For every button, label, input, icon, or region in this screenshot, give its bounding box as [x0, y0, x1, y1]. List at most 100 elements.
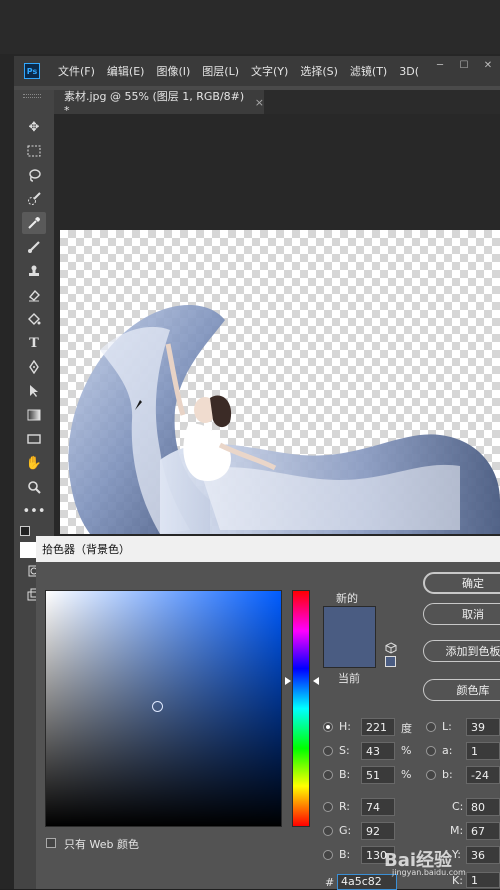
- menu-image[interactable]: 图像(I): [156, 63, 190, 79]
- saturation-label: S:: [339, 744, 350, 757]
- web-safe-swatch-icon[interactable]: [385, 656, 396, 667]
- blue-label: B:: [339, 848, 351, 861]
- ps-logo: Ps: [24, 63, 40, 79]
- title-strip: [0, 0, 500, 54]
- yellow-label: Y:: [452, 848, 461, 861]
- menu-select[interactable]: 选择(S): [300, 63, 338, 79]
- saturation-input[interactable]: 43: [361, 742, 395, 760]
- brightness-input[interactable]: 51: [361, 766, 395, 784]
- green-label: G:: [339, 824, 352, 837]
- zoom-icon[interactable]: [22, 476, 46, 498]
- radio-lab-b[interactable]: [426, 770, 436, 780]
- color-marker[interactable]: [152, 701, 163, 712]
- hue-label: H:: [339, 720, 351, 733]
- current-color-swatch[interactable]: [323, 637, 376, 668]
- web-colors-only-checkbox[interactable]: [46, 838, 56, 848]
- zoom-glyph: [28, 481, 41, 494]
- hand-icon[interactable]: ✋: [22, 452, 46, 474]
- cancel-button[interactable]: 取消: [423, 603, 500, 625]
- lasso-icon[interactable]: [22, 164, 46, 186]
- brush-glyph: [28, 241, 40, 253]
- dialog-title[interactable]: 拾色器（背景色）: [36, 536, 500, 562]
- radio-lab-a[interactable]: [426, 746, 436, 756]
- hue-slider-left-arrow[interactable]: [285, 677, 291, 685]
- magenta-input[interactable]: 67: [466, 822, 500, 840]
- hue-input[interactable]: 221: [361, 718, 395, 736]
- radio-lab-l[interactable]: [426, 722, 436, 732]
- color-picker-dialog: 拾色器（背景色） 新的 当前 确定 取消 添加到色板 颜色库 H: 221 度 …: [36, 536, 500, 890]
- dancer-image: [68, 304, 500, 534]
- canvas-area[interactable]: [54, 114, 500, 534]
- menu-file[interactable]: 文件(F): [58, 63, 95, 79]
- close-window-button[interactable]: ✕: [476, 56, 500, 74]
- brush-icon[interactable]: [22, 236, 46, 258]
- radio-green[interactable]: [323, 826, 333, 836]
- pen-glyph: [29, 360, 39, 374]
- paint-bucket-glyph: [28, 313, 41, 325]
- path-select-icon[interactable]: [22, 380, 46, 402]
- eraser-icon[interactable]: [22, 284, 46, 306]
- paint-bucket-icon[interactable]: [22, 308, 46, 330]
- lab-l-input[interactable]: 39: [466, 718, 500, 736]
- lab-b-input[interactable]: -24: [466, 766, 500, 784]
- stamp-icon[interactable]: [22, 260, 46, 282]
- web-colors-only-label: 只有 Web 颜色: [64, 838, 139, 851]
- menu-filter[interactable]: 滤镜(T): [350, 63, 387, 79]
- minimize-button[interactable]: ─: [428, 56, 452, 74]
- document-tab-title: 素材.jpg @ 55% (图层 1, RGB/8#) *: [64, 89, 245, 117]
- saturation-brightness-field[interactable]: [45, 590, 282, 827]
- eyedropper-icon[interactable]: [22, 212, 46, 234]
- marquee-icon[interactable]: [22, 140, 46, 162]
- lab-b-label: b:: [442, 768, 453, 781]
- type-icon[interactable]: T: [22, 332, 46, 354]
- quick-select-glyph: [28, 192, 41, 205]
- maximize-button[interactable]: ☐: [452, 56, 476, 74]
- saturation-unit: %: [401, 744, 412, 757]
- hue-unit: 度: [401, 722, 412, 735]
- gradient-icon[interactable]: [22, 404, 46, 426]
- cyan-input[interactable]: 80: [466, 798, 500, 816]
- lab-a-input[interactable]: 1: [466, 742, 500, 760]
- photoshop-window: Ps 文件(F) 编辑(E) 图像(I) 图层(L) 文字(Y) 选择(S) 滤…: [0, 0, 500, 890]
- radio-brightness[interactable]: [323, 770, 333, 780]
- pen-icon[interactable]: [22, 356, 46, 378]
- add-to-swatches-button[interactable]: 添加到色板: [423, 640, 500, 662]
- radio-red[interactable]: [323, 802, 333, 812]
- color-libraries-button[interactable]: 颜色库: [423, 679, 500, 701]
- current-color-label: 当前: [338, 672, 360, 685]
- menu-bar: Ps 文件(F) 编辑(E) 图像(I) 图层(L) 文字(Y) 选择(S) 滤…: [14, 56, 500, 86]
- radio-blue[interactable]: [323, 850, 333, 860]
- menu-3d[interactable]: 3D(: [399, 65, 419, 78]
- tab-close-icon[interactable]: ×: [255, 96, 264, 109]
- magenta-label: M:: [450, 824, 464, 837]
- panel-grip[interactable]: [23, 94, 41, 98]
- radio-saturation[interactable]: [323, 746, 333, 756]
- default-colors-icon[interactable]: [20, 526, 30, 536]
- menu-edit[interactable]: 编辑(E): [107, 63, 145, 79]
- more-icon[interactable]: •••: [22, 500, 46, 522]
- menu-layer[interactable]: 图层(L): [202, 63, 239, 79]
- hex-label: #: [325, 876, 335, 889]
- radio-hue[interactable]: [323, 722, 333, 732]
- out-of-gamut-cube-icon[interactable]: [385, 642, 397, 654]
- menu-type[interactable]: 文字(Y): [251, 63, 288, 79]
- red-input[interactable]: 74: [361, 798, 395, 816]
- new-color-label: 新的: [336, 592, 358, 605]
- green-input[interactable]: 92: [361, 822, 395, 840]
- marquee-glyph: [27, 145, 41, 157]
- yellow-input[interactable]: 36: [466, 846, 500, 864]
- hex-input[interactable]: 4a5c82: [337, 874, 397, 890]
- document-tab[interactable]: 素材.jpg @ 55% (图层 1, RGB/8#) * ×: [54, 89, 264, 117]
- hue-slider-right-arrow[interactable]: [313, 677, 319, 685]
- quick-select-icon[interactable]: [22, 188, 46, 210]
- ok-button[interactable]: 确定: [423, 572, 500, 594]
- baidu-watermark-url: jingyan.baidu.com: [392, 868, 466, 877]
- lab-l-label: L:: [442, 720, 452, 733]
- red-label: R:: [339, 800, 351, 813]
- black-input[interactable]: 1: [466, 872, 500, 888]
- rectangle-icon[interactable]: [22, 428, 46, 450]
- hue-slider[interactable]: [292, 590, 310, 827]
- rectangle-glyph: [27, 434, 41, 444]
- eyedropper-glyph: [28, 217, 40, 229]
- move-icon[interactable]: ✥: [22, 116, 46, 138]
